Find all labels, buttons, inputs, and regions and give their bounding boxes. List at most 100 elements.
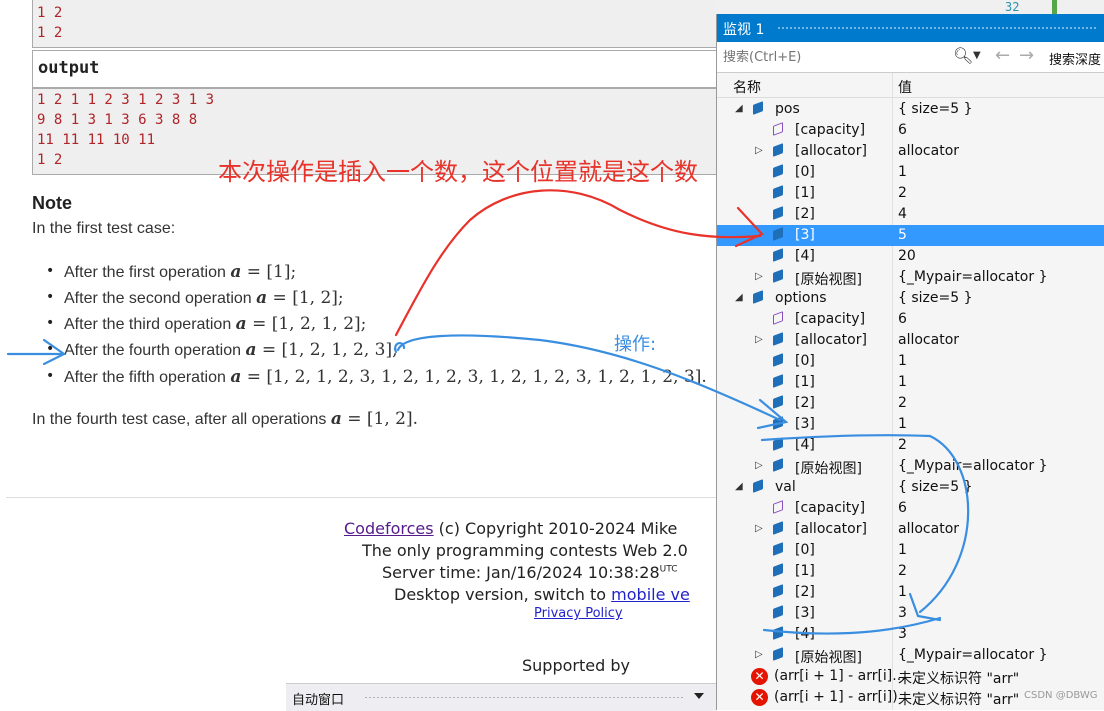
field-icon	[773, 521, 783, 535]
output-label: output	[38, 58, 100, 78]
collapse-icon[interactable]: ◢	[735, 103, 743, 114]
expand-icon[interactable]: ▷	[755, 334, 763, 345]
watch-row[interactable]: ◢ options { size=5 }	[717, 288, 1104, 309]
output-header: output	[32, 50, 724, 88]
watch-row-name: [2]	[795, 206, 815, 222]
watch-row[interactable]: [capacity] 6	[717, 120, 1104, 141]
field-icon	[773, 269, 783, 283]
auto-window-tab[interactable]: 自动窗口	[286, 683, 716, 711]
field-icon	[773, 416, 783, 430]
expand-icon[interactable]: ▷	[755, 523, 763, 534]
watch-row[interactable]: [4] 3	[717, 624, 1104, 645]
field-icon	[773, 395, 783, 409]
watch-row[interactable]: [capacity] 6	[717, 309, 1104, 330]
collapse-icon[interactable]: ◢	[735, 481, 743, 492]
collapse-icon[interactable]: ◢	[735, 292, 743, 303]
output-line: 11 11 11 10 11	[37, 132, 156, 148]
watch-row[interactable]: [4] 2	[717, 435, 1104, 456]
watch-row[interactable]: [4] 20	[717, 246, 1104, 267]
watch-row[interactable]: [3] 3	[717, 603, 1104, 624]
watch-row-name: [4]	[795, 437, 815, 453]
property-icon	[773, 311, 783, 325]
watch-row[interactable]: [2] 1	[717, 582, 1104, 603]
watch-row-value: 未定义标识符 "arr"	[898, 692, 1020, 708]
watch-row[interactable]: [3] 5	[717, 225, 1104, 246]
watch-row-name: [capacity]	[795, 311, 866, 327]
name-column-header[interactable]: 名称	[733, 77, 761, 97]
expand-icon[interactable]: ▷	[755, 145, 763, 156]
watch-row[interactable]: [1] 2	[717, 183, 1104, 204]
codeforces-link[interactable]: Codeforces	[344, 519, 434, 538]
watch-row[interactable]: [capacity] 6	[717, 498, 1104, 519]
watch-row-name: [1]	[795, 563, 815, 579]
field-icon	[773, 248, 783, 262]
watch-row-name: [allocator]	[795, 143, 867, 159]
watch-row[interactable]: [0] 1	[717, 540, 1104, 561]
field-icon	[773, 332, 783, 346]
watch-row[interactable]: [1] 2	[717, 561, 1104, 582]
bullet-icon: •	[46, 341, 55, 357]
watch-row[interactable]: [0] 1	[717, 162, 1104, 183]
watch-row-value: 1	[898, 584, 907, 600]
watch-row[interactable]: ▷ [原始视图] {_Mypair=allocator }	[717, 267, 1104, 288]
watch-row-name: [capacity]	[795, 500, 866, 516]
watch-row[interactable]: ▷ [allocator] allocator	[717, 519, 1104, 540]
field-icon	[773, 206, 783, 220]
watch-row[interactable]: ▷ [原始视图] {_Mypair=allocator }	[717, 645, 1104, 666]
field-icon	[753, 479, 763, 493]
field-icon	[773, 185, 783, 199]
forward-arrow-icon[interactable]: →	[1019, 45, 1034, 66]
search-input[interactable]	[721, 47, 975, 67]
bullet-icon: •	[46, 263, 55, 279]
watch-title-bar[interactable]: 监视 1	[717, 14, 1104, 42]
field-icon	[773, 605, 783, 619]
watch-row-value: { size=5 }	[898, 479, 973, 495]
property-icon	[773, 500, 783, 514]
watch-row-name: [原始视图]	[795, 272, 862, 288]
dropdown-arrow-icon[interactable]	[694, 693, 704, 699]
watch-row-value: 2	[898, 185, 907, 201]
expand-icon[interactable]: ▷	[755, 271, 763, 282]
watch-row-name: val	[775, 479, 796, 495]
field-icon	[773, 626, 783, 640]
expand-icon[interactable]: ▷	[755, 460, 763, 471]
first-case-text: In the first test case:	[32, 220, 176, 237]
watch-row-name: [原始视图]	[795, 461, 862, 477]
watch-row-name: [allocator]	[795, 332, 867, 348]
watch-row-name: [0]	[795, 164, 815, 180]
math-expression: a = [1, 2].	[330, 409, 419, 429]
watch-row[interactable]: [2] 4	[717, 204, 1104, 225]
watch-row[interactable]: [3] 1	[717, 414, 1104, 435]
search-icon[interactable]: 🔍︎	[953, 46, 973, 65]
watch-row-value: 1	[898, 164, 907, 180]
watch-row[interactable]: [0] 1	[717, 351, 1104, 372]
watch-row[interactable]: ◢ pos { size=5 }	[717, 99, 1104, 120]
note-title: Note	[32, 193, 72, 213]
expand-icon[interactable]: ▷	[755, 649, 763, 660]
footer-divider	[6, 497, 718, 498]
watch-row[interactable]: ▷ [原始视图] {_Mypair=allocator }	[717, 456, 1104, 477]
mobile-version-link[interactable]: mobile ve	[611, 585, 690, 604]
watch-row-value: allocator	[898, 332, 960, 348]
value-column-header[interactable]: 值	[898, 77, 912, 97]
watch-row-name: [2]	[795, 584, 815, 600]
watch-row-value: 2	[898, 563, 907, 579]
back-arrow-icon[interactable]: ←	[995, 45, 1010, 66]
search-dropdown-icon[interactable]: ▼	[973, 50, 981, 61]
fourth-case-text: In the fourth test case, after all opera…	[32, 411, 331, 428]
watch-row[interactable]: [2] 2	[717, 393, 1104, 414]
operation-item: After the fifth operation a = [1, 2, 1, …	[64, 367, 707, 387]
watch-row[interactable]: ▷ [allocator] allocator	[717, 141, 1104, 162]
watch-row-name: [capacity]	[795, 122, 866, 138]
field-icon	[773, 542, 783, 556]
watch-row[interactable]: [1] 1	[717, 372, 1104, 393]
watch-row[interactable]: ▷ [allocator] allocator	[717, 330, 1104, 351]
watch-title: 监视 1	[723, 22, 765, 38]
watch-row-value: allocator	[898, 521, 960, 537]
search-depth-label[interactable]: 搜索深度	[1049, 49, 1101, 68]
watch-row-value: allocator	[898, 143, 960, 159]
auto-window-label: 自动窗口	[292, 693, 345, 708]
watch-row[interactable]: ✕ (arr[i + 1] - arr[i]... 未定义标识符 "arr"	[717, 666, 1104, 687]
watch-row[interactable]: ◢ val { size=5 }	[717, 477, 1104, 498]
field-icon	[773, 227, 783, 241]
